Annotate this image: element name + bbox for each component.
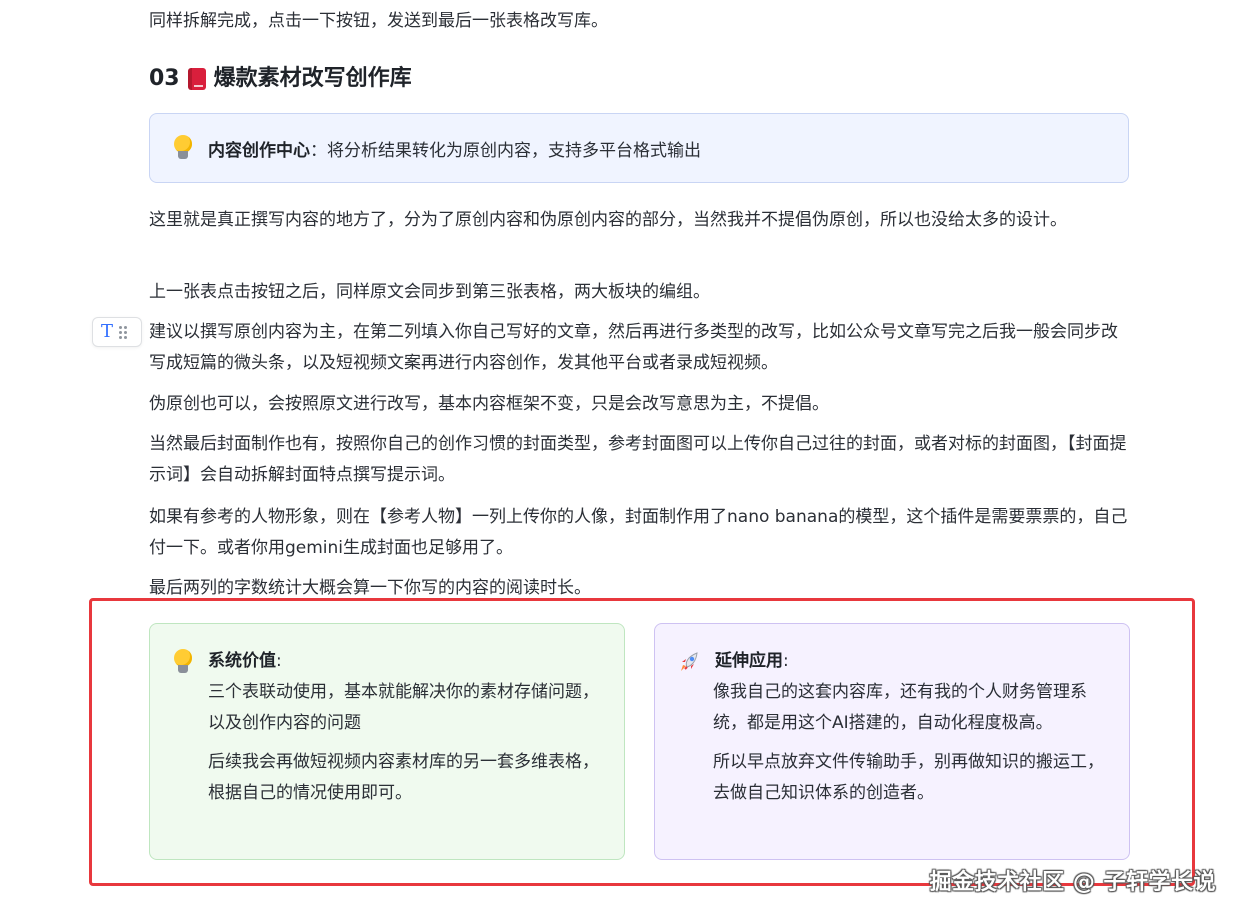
callout-description: ：将分析结果转化为原创内容，支持多平台格式输出 [310,140,701,161]
section-title: 爆款素材改写创作库 [213,66,412,91]
paragraph-1: 这里就是真正撰写内容的地方了，分为了原创内容和伪原创内容的部分，当然我并不提倡伪… [149,210,1067,230]
card-title: 延伸应用 [715,651,783,671]
drag-handle-icon[interactable] [119,325,128,339]
card-line: 所以早点放弃文件传输助手，别再做知识的搬运工，去做自己知识体系的创造者。 [713,752,1104,803]
text-type-icon: T [101,321,114,342]
document-page: 同样拆解完成，点击一下按钮，发送到最后一张表格改写库。 03 爆款素材改写创作库… [0,0,1242,918]
card-system-value: 系统价值: 三个表联动使用，基本就能解决你的素材存储问题，以及创作内容的问题 后… [149,623,625,860]
card-body: 三个表联动使用，基本就能解决你的素材存储问题，以及创作内容的问题 后续我会再做短… [208,677,604,809]
card-header: 系统价值: [172,646,604,677]
paragraph-5: 当然最后封面制作也有，按照你自己的创作习惯的封面类型，参考封面图可以上传你自己过… [149,434,1127,485]
section-heading: 03 爆款素材改写创作库 [149,62,412,96]
callout-label: 内容创作中心 [208,140,310,161]
paragraph-4: 伪原创也可以，会按照原文进行改写，基本内容框架不变，只是会改写意思为主，不提倡。 [149,394,829,414]
block-type-handle[interactable]: T [92,317,142,347]
card-body: 像我自己的这套内容库，还有我的个人财务管理系统，都是用这个AI搭建的，自动化程度… [713,677,1109,809]
intro-paragraph: 同样拆解完成，点击一下按钮，发送到最后一张表格改写库。 [149,11,608,31]
card-title: 系统价值 [208,651,276,671]
lightbulb-icon [172,648,194,675]
paragraph-6: 如果有参考的人物形象，则在【参考人物】一列上传你的人像，封面制作用了nano b… [149,507,1128,558]
watermark: 掘金技术社区 @ 子轩学长说 [929,870,1216,895]
card-colon: : [783,651,789,671]
callout-content-center: 内容创作中心：将分析结果转化为原创内容，支持多平台格式输出 [149,113,1129,183]
card-colon: : [276,651,282,671]
card-line: 三个表联动使用，基本就能解决你的素材存储问题，以及创作内容的问题 [208,682,599,733]
lightbulb-icon [172,135,194,161]
callout-text: 内容创作中心：将分析结果转化为原创内容，支持多平台格式输出 [208,136,701,161]
card-header: 延伸应用: [677,646,1109,677]
card-extended-use: 延伸应用: 像我自己的这套内容库，还有我的个人财务管理系统，都是用这个AI搭建的… [654,623,1130,860]
paragraph-3: 建议以撰写原创内容为主，在第二列填入你自己写好的文章，然后再进行多类型的改写，比… [149,322,1118,373]
paragraph-2: 上一张表点击按钮之后，同样原文会同步到第三张表格，两大板块的编组。 [149,282,710,302]
card-line: 像我自己的这套内容库，还有我的个人财务管理系统，都是用这个AI搭建的，自动化程度… [713,682,1087,733]
section-number: 03 [149,66,180,91]
red-book-icon [187,68,206,90]
rocket-icon [681,651,698,671]
card-line: 后续我会再做短视频内容素材库的另一套多维表格，根据自己的情况使用即可。 [208,752,599,803]
